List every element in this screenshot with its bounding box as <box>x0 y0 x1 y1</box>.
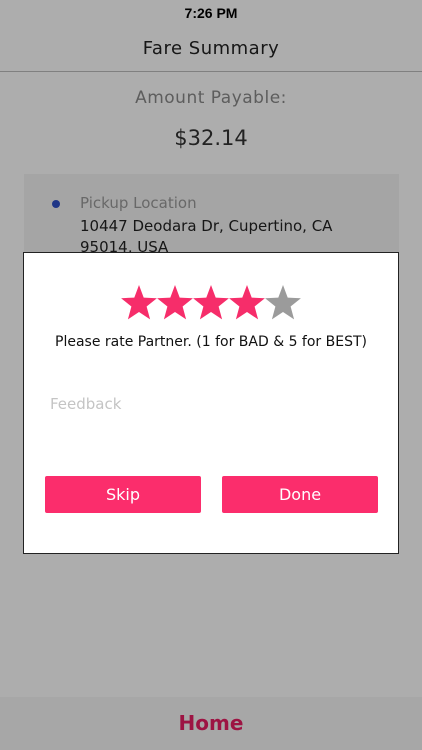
rating-prompt: Please rate Partner. (1 for BAD & 5 for … <box>55 334 367 350</box>
done-button[interactable]: Done <box>222 476 378 513</box>
rating-stars <box>24 283 398 323</box>
star-icon[interactable] <box>157 283 193 323</box>
star-icon[interactable] <box>121 283 157 323</box>
star-icon[interactable] <box>265 283 301 323</box>
star-icon[interactable] <box>229 283 265 323</box>
rating-dialog: Please rate Partner. (1 for BAD & 5 for … <box>23 252 399 554</box>
feedback-input[interactable] <box>50 395 372 455</box>
skip-button[interactable]: Skip <box>45 476 201 513</box>
star-icon[interactable] <box>193 283 229 323</box>
